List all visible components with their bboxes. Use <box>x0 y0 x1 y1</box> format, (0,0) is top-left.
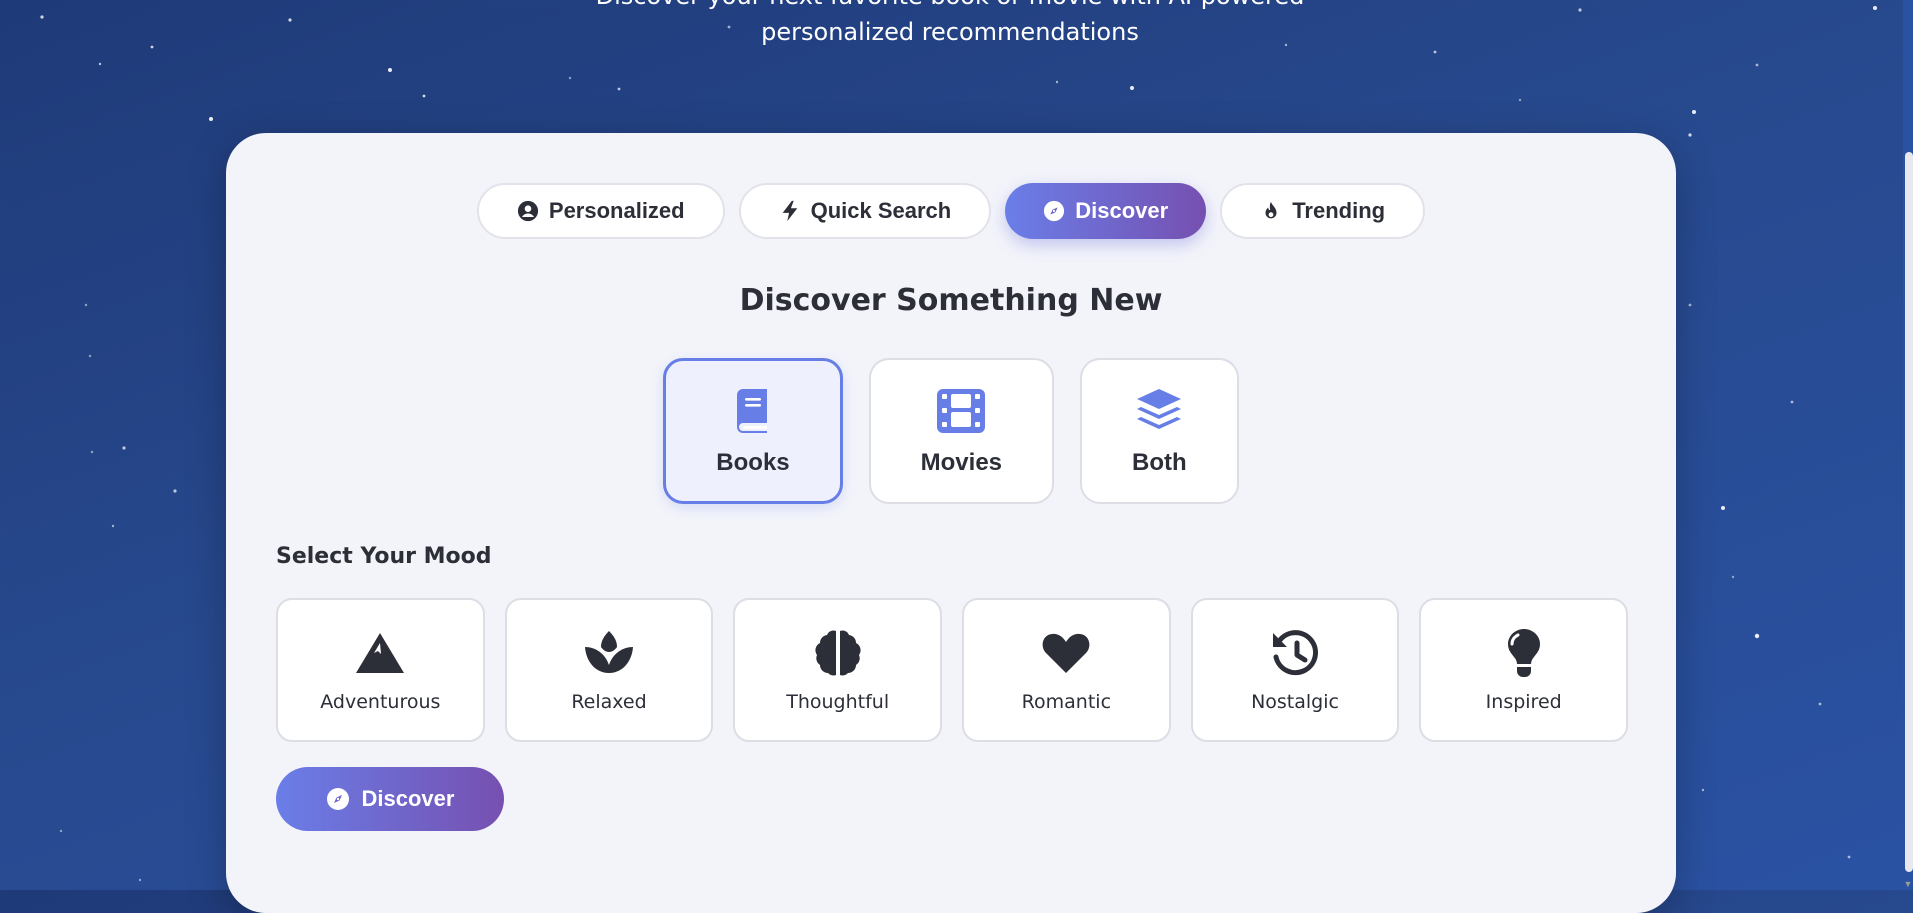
book-icon <box>736 389 767 433</box>
history-icon <box>1273 630 1319 676</box>
mood-option-thoughtful-label: Thoughtful <box>786 691 890 713</box>
tab-trending-label: Trending <box>1292 198 1386 223</box>
section-heading: Discover Something New <box>739 283 1163 318</box>
type-option-both-label: Both <box>1132 449 1187 476</box>
mood-option-inspired-label: Inspired <box>1485 691 1562 713</box>
layers-icon <box>1137 389 1182 429</box>
mood-section-title: Select Your Mood <box>276 544 492 569</box>
tab-personalized[interactable]: Personalized <box>476 183 725 239</box>
lightbulb-icon <box>1507 629 1540 677</box>
tab-quick-search[interactable]: Quick Search <box>738 183 992 239</box>
tab-trending[interactable]: Trending <box>1220 183 1426 239</box>
hero-subtitle-line-1: Discover your next favorite book or movi… <box>0 0 1900 14</box>
hero-subtitle: Discover your next favorite book or movi… <box>0 0 1900 50</box>
discover-submit-label: Discover <box>361 786 455 811</box>
type-option-both[interactable]: Both <box>1080 358 1239 504</box>
page-scrollbar[interactable]: ▼ <box>1903 0 1913 890</box>
fire-icon <box>1265 201 1277 219</box>
discover-submit-button[interactable]: Discover <box>276 767 504 831</box>
scroll-down-arrow[interactable]: ▼ <box>1903 878 1913 890</box>
mood-option-nostalgic-label: Nostalgic <box>1251 691 1339 713</box>
content-type-selector: Books Movies Both <box>226 358 1676 504</box>
compass-icon <box>326 788 349 810</box>
mood-option-relaxed-label: Relaxed <box>571 691 647 713</box>
mountain-icon <box>356 633 405 673</box>
mode-tabs: Personalized Quick Search Discover Trend… <box>226 183 1676 239</box>
discover-card: Personalized Quick Search Discover Trend… <box>226 133 1676 913</box>
tab-personalized-label: Personalized <box>548 198 685 223</box>
film-icon <box>937 389 986 433</box>
mood-grid: Adventurous Relaxed Thoughtful Romantic <box>276 598 1629 742</box>
mood-option-adventurous-label: Adventurous <box>320 691 441 713</box>
type-option-movies-label: Movies <box>920 449 1003 476</box>
type-option-books[interactable]: Books <box>663 358 843 504</box>
heart-icon <box>1042 633 1090 673</box>
tab-quick-search-label: Quick Search <box>810 198 952 223</box>
mood-option-nostalgic[interactable]: Nostalgic <box>1190 598 1400 742</box>
mood-option-inspired[interactable]: Inspired <box>1419 598 1629 742</box>
type-option-movies[interactable]: Movies <box>868 358 1055 504</box>
brain-icon <box>815 630 861 676</box>
mood-option-thoughtful[interactable]: Thoughtful <box>733 598 943 742</box>
type-option-books-label: Books <box>716 449 790 476</box>
lotus-icon <box>585 631 633 673</box>
scrollbar-thumb[interactable] <box>1905 152 1913 872</box>
tab-discover[interactable]: Discover <box>1005 183 1207 239</box>
bolt-icon <box>782 200 797 222</box>
mood-option-romantic[interactable]: Romantic <box>962 598 1171 742</box>
hero-subtitle-line-2: personalized recommendations <box>761 18 1139 46</box>
tab-discover-label: Discover <box>1075 198 1169 223</box>
compass-icon <box>1044 200 1065 222</box>
mood-option-romantic-label: Romantic <box>1021 691 1112 713</box>
user-circle-icon <box>517 200 538 222</box>
mood-option-adventurous[interactable]: Adventurous <box>276 598 485 742</box>
mood-option-relaxed[interactable]: Relaxed <box>504 598 714 742</box>
